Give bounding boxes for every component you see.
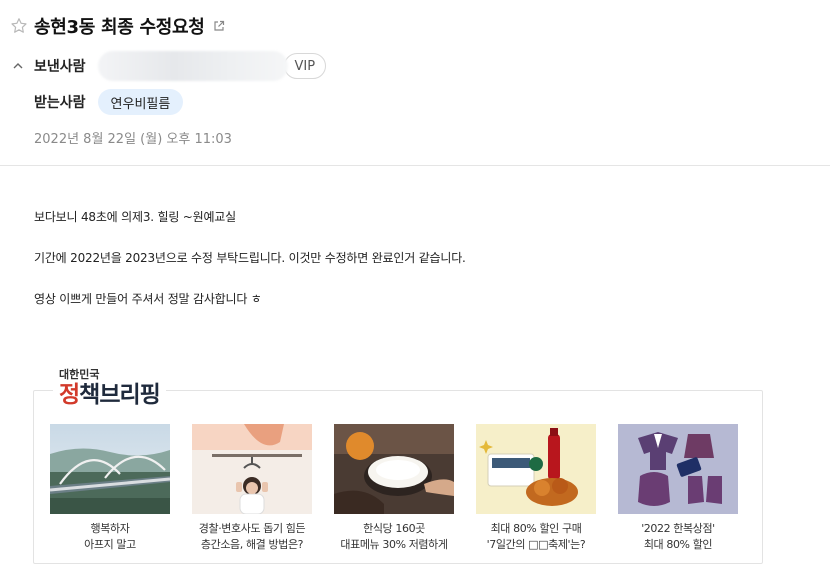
logo-small-text: 대한민국 [59, 368, 100, 381]
card-caption-line: 행복하자 [90, 522, 130, 535]
card-caption-line: 최대 80% 할인 구매 [490, 522, 582, 535]
logo-rest: 책브리핑 [79, 382, 161, 408]
sender-label: 보낸사람 [34, 59, 86, 75]
banner-card[interactable]: '2022 한복상점' 최대 80% 할인 [618, 424, 738, 553]
card-caption: '2022 한복상점' 최대 80% 할인 [618, 521, 738, 553]
rice-bowl-thumbnail [334, 424, 454, 514]
card-caption-line: '2022 한복상점' [641, 522, 715, 535]
policy-briefing-logo[interactable]: 대한민국 정책브리핑 [53, 366, 166, 408]
card-caption: 경찰·변호사도 돕기 힘든 층간소음, 해결 방법은? [192, 521, 312, 553]
hanbok-thumbnail [618, 424, 738, 514]
card-caption: 최대 80% 할인 구매 '7일간의 □□축제'는? [476, 521, 596, 553]
mail-date: 2022년 8월 22일 (월) 오후 11:03 [34, 132, 232, 147]
header-divider [0, 165, 830, 166]
subject-row: 송현3동 최종 수정요청 [10, 12, 225, 40]
recipient-row: 받는사람 연우비필름 [34, 88, 184, 116]
body-line-1: 보다보니 48초에 의제3. 힐링 ~원예교실 [34, 210, 236, 224]
card-caption-line: 아프지 말고 [84, 538, 136, 551]
chevron-up-icon[interactable] [10, 58, 26, 74]
card-caption-line: 최대 80% 할인 [643, 538, 713, 551]
card-caption: 행복하자 아프지 말고 [50, 521, 170, 553]
recipient-chip[interactable]: 연우비필름 [97, 89, 184, 115]
sender-address-redacted[interactable] [97, 51, 288, 81]
banner-cards: 행복하자 아프지 말고 경찰·변호사도 돕기 힘든 층간소음, 해결 방법은? [50, 424, 738, 553]
sender-row: 보낸사람 VIP [10, 50, 327, 82]
star-icon[interactable] [10, 17, 28, 35]
mail-subject: 송현3동 최종 수정요청 [34, 17, 205, 38]
body-line-3: 영상 이쁘게 만들어 주셔서 정말 감사합니다 ㅎ [34, 292, 262, 306]
vip-button[interactable]: VIP [283, 53, 327, 79]
banner-card[interactable]: 한식당 160곳 대표메뉴 30% 저렴하게 [334, 424, 454, 553]
card-caption: 한식당 160곳 대표메뉴 30% 저렴하게 [334, 521, 454, 553]
card-caption-line: 경찰·변호사도 돕기 힘든 [198, 522, 306, 535]
body-line-2: 기간에 2022년을 2023년으로 수정 부탁드립니다. 이것만 수정하면 완… [34, 251, 466, 265]
logo-red-char: 정 [59, 382, 80, 408]
card-caption-line: 대표메뉴 30% 저렴하게 [340, 538, 448, 551]
banner-card[interactable]: 경찰·변호사도 돕기 힘든 층간소음, 해결 방법은? [192, 424, 312, 553]
card-caption-line: '7일간의 □□축제'는? [486, 538, 586, 551]
coupon-thumbnail [476, 424, 596, 514]
banner-card[interactable]: 최대 80% 할인 구매 '7일간의 □□축제'는? [476, 424, 596, 553]
noise-thumbnail [192, 424, 312, 514]
open-new-window-icon[interactable] [213, 20, 225, 32]
card-caption-line: 한식당 160곳 [363, 522, 425, 535]
recipient-label: 받는사람 [34, 95, 86, 111]
banner-card[interactable]: 행복하자 아프지 말고 [50, 424, 170, 553]
bridge-thumbnail [50, 424, 170, 514]
card-caption-line: 층간소음, 해결 방법은? [200, 538, 304, 551]
logo-big-text: 정책브리핑 [59, 382, 161, 408]
